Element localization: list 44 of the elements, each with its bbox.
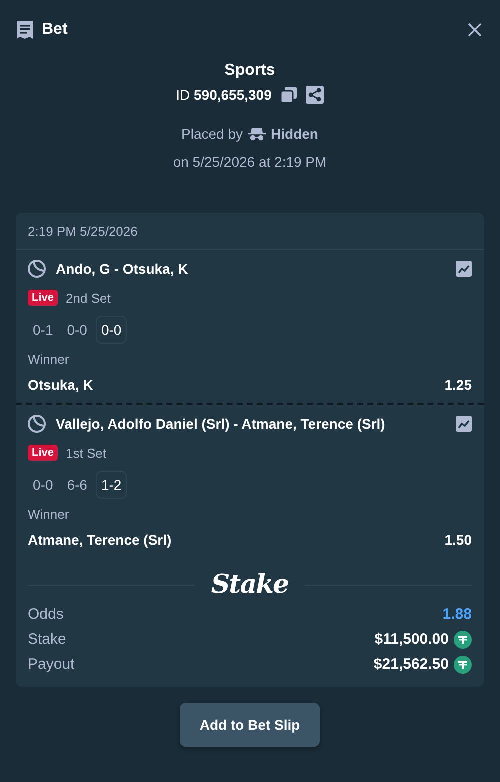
score: 0-1 [32, 321, 54, 340]
stats-chart-icon[interactable] [456, 261, 472, 277]
user-name: Hidden [271, 126, 318, 142]
live-badge: Live [28, 445, 58, 461]
share-icon[interactable] [306, 86, 324, 104]
match-name[interactable]: Vallejo, Adolfo Daniel (Srl) - Atmane, Terence (Srl) [56, 416, 386, 432]
selection: Atmane, Terence (Srl) [28, 532, 172, 548]
incognito-icon [248, 127, 266, 141]
placed-by-label: Placed by [182, 126, 244, 142]
score: 1-2 [96, 471, 127, 499]
receipt-icon [16, 20, 34, 40]
tether-coin-icon [454, 630, 472, 648]
tennis-ball-icon [28, 415, 46, 433]
score: 0-0 [66, 321, 88, 340]
market-label: Winner [28, 507, 70, 522]
brand-logo: Stake [211, 570, 289, 600]
selection-odds: 1.25 [444, 377, 472, 393]
period-label: 1st Set [66, 446, 106, 460]
total-label: Payout [28, 656, 75, 673]
add-to-bet-slip-button[interactable]: Add to Bet Slip [180, 703, 320, 747]
tennis-ball-icon [28, 260, 46, 278]
timestamp: 2:19 PM 5/25/2026 [16, 213, 484, 250]
period-label: 2nd Set [66, 290, 111, 306]
selection: Otsuka, K [28, 377, 94, 393]
dialog-title: Bet [42, 21, 68, 39]
close-button[interactable] [466, 21, 484, 39]
bet-type: Sports [224, 62, 276, 80]
amount-value: $11,500.00 [374, 631, 449, 648]
tether-coin-icon [454, 656, 472, 674]
total-odds: 1.88 [442, 606, 472, 623]
copy-icon[interactable] [280, 86, 298, 104]
placed-date: on 5/25/2026 at 2:19 PM [173, 154, 327, 170]
total-label: Stake [28, 631, 66, 648]
match-name[interactable]: Ando, G - Otsuka, K [56, 261, 188, 277]
live-badge: Live [28, 290, 58, 306]
selection-odds: 1.50 [444, 532, 472, 548]
score: 6-6 [66, 476, 88, 495]
stats-chart-icon[interactable] [456, 416, 472, 432]
bet-id: ID 590,655,309 [176, 87, 272, 103]
market-label: Winner [28, 352, 70, 367]
score: 0-0 [96, 316, 127, 344]
score: 0-0 [32, 476, 54, 495]
amount-value: $21,562.50 [374, 656, 449, 673]
total-label: Odds [28, 606, 64, 623]
